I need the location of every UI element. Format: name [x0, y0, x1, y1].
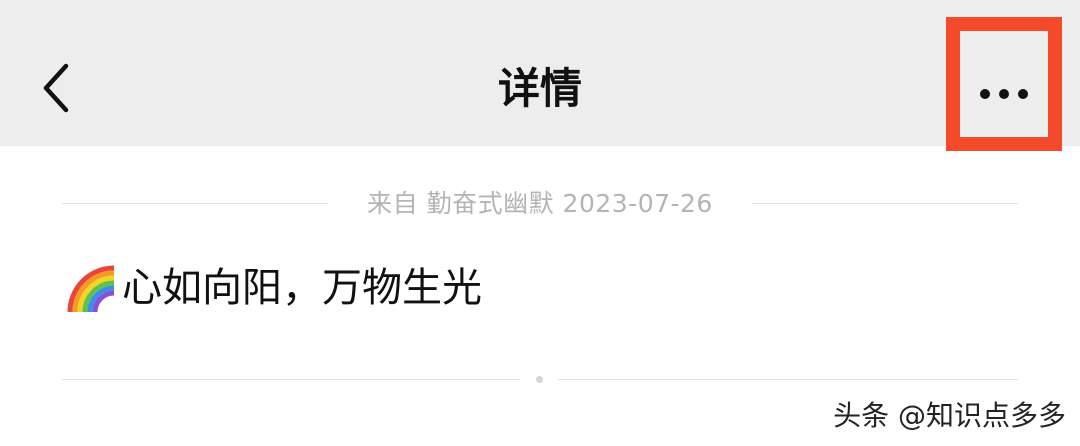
more-options-button[interactable] — [946, 17, 1062, 151]
more-horizontal-icon — [980, 89, 1030, 101]
detail-page: 详情 来自 勤奋式幽默 2023-07-26 心如向阳，万物生光 头条 @知识点… — [0, 0, 1080, 446]
rainbow-icon — [67, 265, 115, 313]
bottom-divider — [62, 372, 1018, 388]
post-content: 心如向阳，万物生光 — [64, 258, 482, 318]
watermark: 头条 @知识点多多 — [833, 399, 1066, 432]
page-title: 详情 — [497, 64, 582, 113]
navigation-bar: 详情 — [0, 0, 1080, 151]
source-text: 来自 勤奋式幽默 2023-07-26 — [351, 189, 729, 218]
divider-dot — [536, 376, 543, 383]
post-text: 心如向阳，万物生光 — [122, 265, 482, 311]
source-info: 来自 勤奋式幽默 2023-07-26 — [62, 184, 1018, 224]
